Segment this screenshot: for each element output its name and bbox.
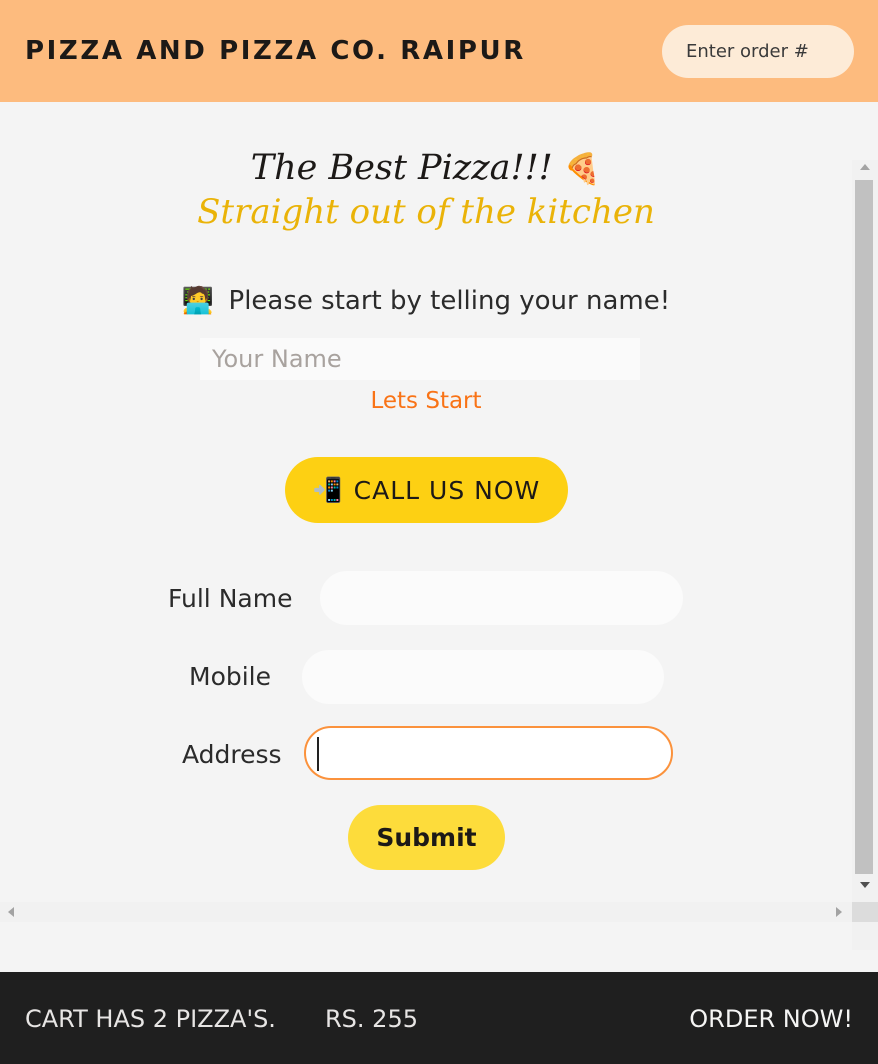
top-header: PIZZA AND PIZZA CO. RAIPUR (0, 0, 878, 102)
order-search-input[interactable] (662, 25, 854, 78)
address-label: Address (182, 740, 282, 769)
hero-title-text: The Best Pizza!!! (250, 148, 553, 188)
scroll-up-arrow-icon[interactable] (860, 164, 870, 170)
call-us-now-label: CALL US NOW (353, 475, 541, 505)
cart-footer: CART HAS 2 PIZZA'S. RS. 255 ORDER NOW! (0, 972, 878, 1064)
scrollbar-corner (852, 902, 878, 922)
your-name-input[interactable] (200, 338, 640, 380)
name-prompt: 🧑‍💻 Please start by telling your name! (0, 286, 852, 316)
scroll-left-arrow-icon[interactable] (8, 907, 14, 917)
full-name-field[interactable] (320, 571, 683, 625)
mobile-field[interactable] (302, 650, 664, 704)
main-content: The Best Pizza!!! 🍕 Straight out of the … (0, 102, 852, 902)
hero-subtitle: Straight out of the kitchen (197, 192, 655, 232)
brand-title[interactable]: PIZZA AND PIZZA CO. RAIPUR (25, 36, 526, 66)
pizza-icon: 🍕 (563, 152, 602, 187)
vertical-scroll-thumb[interactable] (855, 180, 873, 874)
vertical-scrollbar[interactable] (852, 160, 878, 950)
scroll-right-arrow-icon[interactable] (836, 907, 842, 917)
mobile-label: Mobile (189, 662, 272, 691)
cart-total: RS. 255 (325, 1005, 418, 1033)
mobile-phone-icon: 📲 (312, 476, 344, 504)
name-prompt-text: Please start by telling your name! (228, 286, 671, 316)
hero-title: The Best Pizza!!! 🍕 (0, 148, 852, 188)
call-us-now-button[interactable]: 📲 CALL US NOW (285, 457, 568, 523)
lets-start-button[interactable]: Lets Start (0, 388, 852, 414)
scroll-down-arrow-icon[interactable] (860, 882, 870, 888)
main-scroll-area: The Best Pizza!!! 🍕 Straight out of the … (0, 102, 878, 972)
full-name-label: Full Name (168, 584, 293, 613)
cart-count: CART HAS 2 PIZZA'S. (25, 1005, 276, 1033)
address-field[interactable] (304, 726, 673, 780)
order-now-link[interactable]: ORDER NOW! (689, 1005, 853, 1033)
technologist-icon: 🧑‍💻 (181, 286, 215, 316)
text-caret (317, 737, 319, 771)
horizontal-scrollbar[interactable] (0, 902, 852, 922)
submit-button[interactable]: Submit (348, 805, 505, 870)
